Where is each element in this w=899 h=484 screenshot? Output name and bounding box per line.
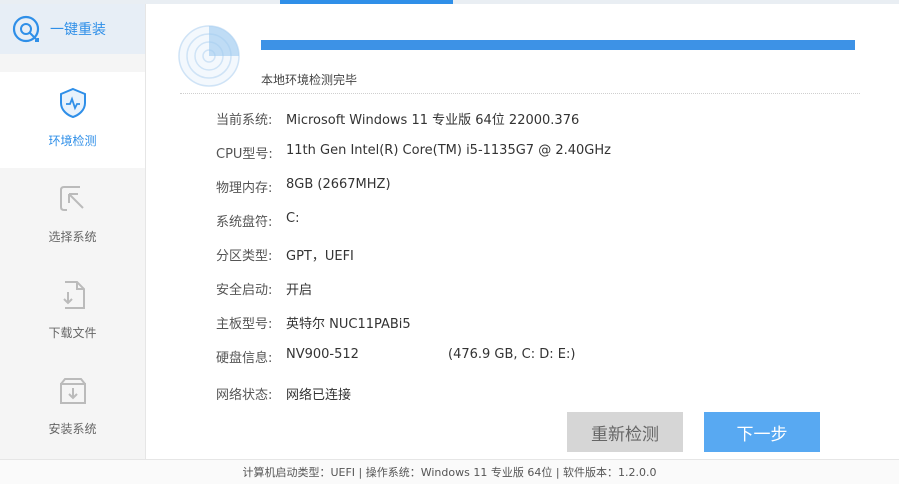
sidebar-item-env-check[interactable]: 环境检测 [0, 72, 145, 168]
info-label: 安全启动: [216, 283, 273, 298]
info-value: NV900-512 [286, 347, 359, 362]
sidebar-item-label: 安装系统 [48, 422, 97, 436]
scan-progress-bar [261, 40, 855, 50]
sidebar-item-label: 选择系统 [48, 230, 97, 244]
shield-pulse-icon [59, 87, 86, 119]
app-logo-icon [12, 15, 40, 43]
info-row-current-system: 当前系统: Microsoft Windows 11 专业版 64位 22000… [216, 109, 579, 128]
info-value: 11th Gen Intel(R) Core(TM) i5-1135G7 @ 2… [286, 143, 611, 158]
info-label: 物理内存: [216, 181, 273, 196]
info-row-system-drive: 系统盘符: C: [216, 211, 299, 230]
info-value: 英特尔 NUC11PABi5 [286, 317, 411, 332]
cursor-select-icon [59, 186, 84, 211]
app-brand: 一键重装 [0, 4, 145, 54]
info-row-memory: 物理内存: 8GB (2667MHZ) [216, 177, 391, 196]
info-row-motherboard: 主板型号: 英特尔 NUC11PABi5 [216, 313, 411, 332]
info-row-secure-boot: 安全启动: 开启 [216, 279, 312, 298]
main-panel: 本地环境检测完毕 当前系统: Microsoft Windows 11 专业版 … [146, 4, 899, 459]
info-value: 开启 [286, 283, 313, 298]
box-install-icon [59, 378, 86, 404]
info-label: 系统盘符: [216, 215, 273, 230]
info-value: Microsoft Windows 11 专业版 64位 22000.376 [286, 113, 580, 128]
sidebar-item-download-files[interactable]: 下载文件 [0, 264, 145, 360]
sidebar: 一键重装 环境检测 选择系统 下载文件 安装系统 [0, 4, 146, 459]
info-value: 网络已连接 [286, 388, 352, 403]
rescan-button[interactable]: 重新检测 [567, 412, 683, 452]
info-value: 8GB (2667MHZ) [286, 177, 391, 192]
sidebar-item-install-system[interactable]: 安装系统 [0, 360, 145, 456]
info-label: 当前系统: [216, 113, 273, 128]
status-footer: 计算机启动类型：UEFI | 操作系统：Windows 11 专业版 64位 |… [0, 459, 899, 484]
info-label: 网络状态: [216, 388, 273, 403]
footer-text: 计算机启动类型：UEFI | 操作系统：Windows 11 专业版 64位 |… [242, 466, 657, 479]
info-value: C: [286, 211, 300, 226]
info-label: 硬盘信息: [216, 351, 273, 366]
info-label: 主板型号: [216, 317, 273, 332]
info-row-disk: 硬盘信息: NV900-512 (476.9 GB, C: D: E:) [216, 347, 575, 366]
scan-status-text: 本地环境检测完毕 [261, 73, 358, 87]
info-row-network: 网络状态: 网络已连接 [216, 384, 351, 403]
sidebar-item-label: 环境检测 [48, 134, 97, 148]
app-title: 一键重装 [50, 22, 106, 38]
sidebar-item-label: 下载文件 [48, 326, 97, 340]
info-label: 分区类型: [216, 249, 273, 264]
info-row-cpu: CPU型号: 11th Gen Intel(R) Core(TM) i5-113… [216, 143, 611, 162]
disk-capacity-value: (476.9 GB, C: D: E:) [448, 347, 576, 362]
info-value: GPT，UEFI [286, 249, 354, 264]
file-download-icon [62, 281, 85, 309]
sidebar-item-select-system[interactable]: 选择系统 [0, 168, 145, 264]
radar-scan-icon [178, 25, 240, 87]
next-step-button[interactable]: 下一步 [704, 412, 820, 452]
info-label: CPU型号: [216, 147, 273, 162]
divider [180, 93, 860, 94]
info-row-partition-type: 分区类型: GPT，UEFI [216, 245, 354, 264]
